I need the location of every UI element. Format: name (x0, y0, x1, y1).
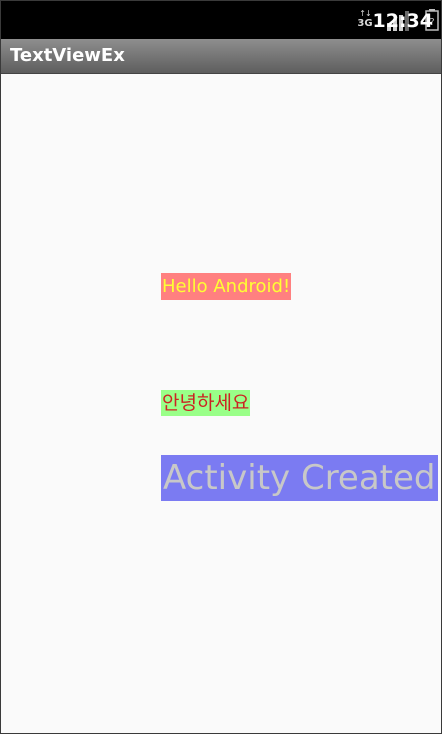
status-bar: ↑↓ 3G ? 12:34 (1, 1, 441, 39)
network-type-label: 3G (357, 18, 373, 29)
phone-screen: ↑↓ 3G ? 12:34 TextViewEx Hello Android! … (0, 0, 442, 734)
status-clock: 12:34 (372, 10, 433, 32)
hello-text-view: Hello Android! (161, 273, 292, 300)
activity-content: Hello Android! 안녕하세요 Activity Created (1, 74, 441, 733)
activity-created-text-view: Activity Created (161, 455, 438, 501)
korean-greeting-text-view: 안녕하세요 (161, 390, 251, 416)
app-title: TextViewEx (10, 45, 125, 66)
app-title-bar: TextViewEx (1, 39, 441, 74)
3g-data-icon: ↑↓ 3G (357, 9, 373, 33)
